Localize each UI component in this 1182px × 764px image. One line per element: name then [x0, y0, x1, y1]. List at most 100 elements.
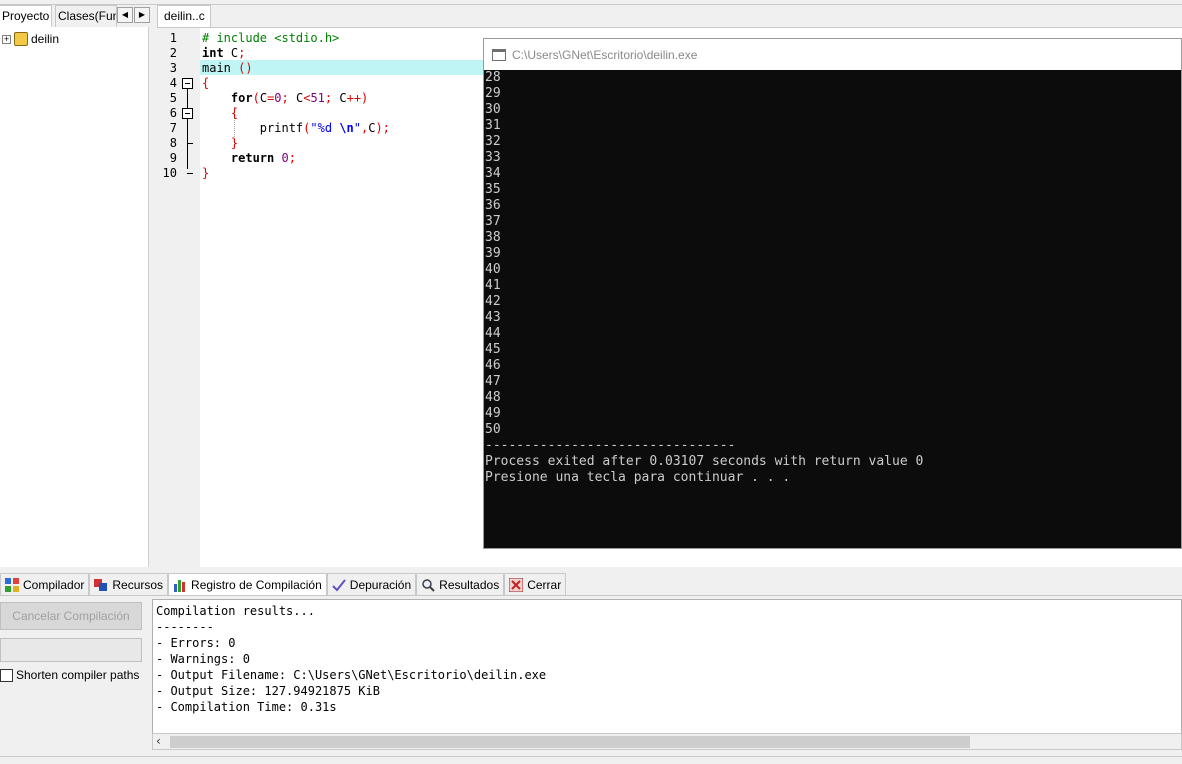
- console-titlebar[interactable]: C:\Users\GNet\Escritorio\deilin.exe: [484, 39, 1181, 70]
- resources-icon: [94, 578, 108, 591]
- console-window[interactable]: C:\Users\GNet\Escritorio\deilin.exe 28 29…: [483, 38, 1182, 549]
- code-line: {: [230, 106, 239, 120]
- console-line: 38: [485, 230, 501, 245]
- editor-tab-deilin[interactable]: deilin..c: [157, 5, 211, 27]
- console-line: 39: [485, 246, 501, 261]
- line-number: 7: [169, 121, 177, 135]
- log-line: - Compilation Time: 0.31s: [156, 700, 337, 714]
- code-line: # include <stdio.h>: [202, 31, 340, 45]
- console-line: 29: [485, 86, 501, 101]
- console-line: 43: [485, 310, 501, 325]
- console-line: 33: [485, 150, 501, 165]
- compiler-grid-icon: [5, 577, 19, 592]
- log-line: - Warnings: 0: [156, 652, 250, 666]
- console-line: 36: [485, 198, 501, 213]
- panel-splitter[interactable]: [149, 27, 157, 567]
- console-line: 49: [485, 406, 501, 421]
- code-line: int C;: [202, 46, 246, 60]
- fold-end: [187, 173, 193, 174]
- tab-label: Depuración: [349, 577, 412, 592]
- tab-recursos[interactable]: Recursos: [89, 573, 169, 595]
- console-continue-prompt: Presione una tecla para continuar . . .: [485, 470, 791, 485]
- console-line: 34: [485, 166, 501, 181]
- console-line: 35: [485, 182, 501, 197]
- left-panel-tabs: Proyecto Clases(Fun ◀ ▶: [0, 5, 152, 27]
- console-line: 48: [485, 390, 501, 405]
- line-number: 6: [169, 106, 177, 120]
- console-line: 41: [485, 278, 501, 293]
- console-line: 47: [485, 374, 501, 389]
- console-separator: --------------------------------: [485, 438, 736, 453]
- tab-cerrar[interactable]: Cerrar: [504, 573, 567, 595]
- console-line: 46: [485, 358, 501, 373]
- console-exit-message: Process exited after 0.03107 seconds wit…: [485, 454, 924, 469]
- code-line: main (): [202, 61, 253, 75]
- cancel-compilation-button[interactable]: Cancelar Compilación: [0, 602, 142, 630]
- console-title: C:\Users\GNet\Escritorio\deilin.exe: [512, 47, 698, 62]
- status-bar: [0, 756, 1182, 764]
- fold-collapse-icon[interactable]: [182, 108, 193, 119]
- log-line: Compilation results...: [156, 604, 315, 618]
- tab-compilador[interactable]: Compilador: [0, 573, 90, 595]
- code-line: {: [202, 76, 210, 90]
- code-line: for(C=0; C<51; C++): [230, 91, 369, 105]
- scroll-left-icon[interactable]: ‹: [156, 734, 161, 749]
- search-icon: [422, 578, 435, 592]
- fold-line: [187, 89, 188, 169]
- tab-scroll-right-icon[interactable]: ▶: [134, 7, 150, 23]
- console-icon: [492, 48, 506, 61]
- tab-depuracion[interactable]: Depuración: [326, 573, 417, 595]
- code-line: }: [202, 166, 210, 180]
- tab-clases[interactable]: Clases(Fun: [55, 5, 117, 27]
- console-line: 45: [485, 342, 501, 357]
- fold-end: [187, 143, 193, 144]
- editor-gutter: 1 2 3 4 5 6 7 8 9 10: [157, 28, 200, 568]
- code-line: }: [230, 136, 239, 150]
- close-icon: [509, 577, 524, 592]
- line-number: 10: [162, 166, 177, 180]
- compile-log-text: Compilation results... -------- - Errors: …: [156, 603, 546, 715]
- scrollbar-thumb[interactable]: [170, 736, 970, 748]
- console-output[interactable]: 28 29 30 31 32 33 34 35 36 37 38 39 40 41 42 43 44 45 46 47…: [484, 70, 1181, 548]
- line-number: 9: [169, 151, 177, 165]
- tab-label: Resultados: [439, 577, 500, 592]
- console-line: 50: [485, 422, 501, 437]
- checkmark-icon: [332, 578, 346, 591]
- console-line: 31: [485, 118, 501, 133]
- tab-registro-compilacion[interactable]: Registro de Compilación: [168, 573, 327, 595]
- tab-label: Cerrar: [527, 577, 562, 592]
- line-number: 4: [169, 76, 177, 90]
- log-horizontal-scrollbar[interactable]: ‹: [152, 733, 1182, 750]
- line-number: 8: [169, 136, 177, 150]
- tab-label: Recursos: [112, 577, 164, 592]
- project-name: deilin: [31, 32, 60, 46]
- tab-scroll-left-icon[interactable]: ◀: [117, 7, 133, 23]
- compile-log[interactable]: Compilation results... -------- - Errors: …: [152, 599, 1182, 735]
- shorten-paths-option[interactable]: Shorten compiler paths: [0, 668, 139, 682]
- console-line: 40: [485, 262, 501, 277]
- code-line: return 0;: [230, 151, 296, 165]
- console-line: 30: [485, 102, 501, 117]
- tab-resultados[interactable]: Resultados: [416, 573, 505, 595]
- log-line: - Errors: 0: [156, 636, 236, 650]
- console-line: 42: [485, 294, 501, 309]
- line-number: 3: [169, 61, 177, 75]
- compile-log-panel: Cancelar Compilación Shorten compiler pa…: [0, 595, 1182, 755]
- expand-icon[interactable]: +: [2, 34, 11, 44]
- console-line: 44: [485, 326, 501, 341]
- line-number: 2: [169, 46, 177, 60]
- console-line: 37: [485, 214, 501, 229]
- log-line: - Output Filename: C:\Users\GNet\Escrito…: [156, 668, 547, 682]
- project-tree: + deilin: [0, 27, 149, 567]
- log-line: --------: [156, 620, 214, 634]
- line-number: 1: [169, 31, 177, 45]
- tree-item-project[interactable]: + deilin: [2, 31, 59, 47]
- shorten-paths-checkbox[interactable]: [0, 668, 13, 682]
- log-line: - Output Size: 127.94921875 KiB: [156, 684, 380, 698]
- fold-collapse-icon[interactable]: [182, 78, 193, 89]
- console-line: 28: [485, 70, 501, 85]
- code-line: printf("%d \n",C);: [202, 121, 390, 135]
- tab-label: Compilador: [23, 577, 85, 592]
- shorten-paths-label: Shorten compiler paths: [16, 668, 140, 682]
- tab-proyecto[interactable]: Proyecto: [0, 5, 52, 27]
